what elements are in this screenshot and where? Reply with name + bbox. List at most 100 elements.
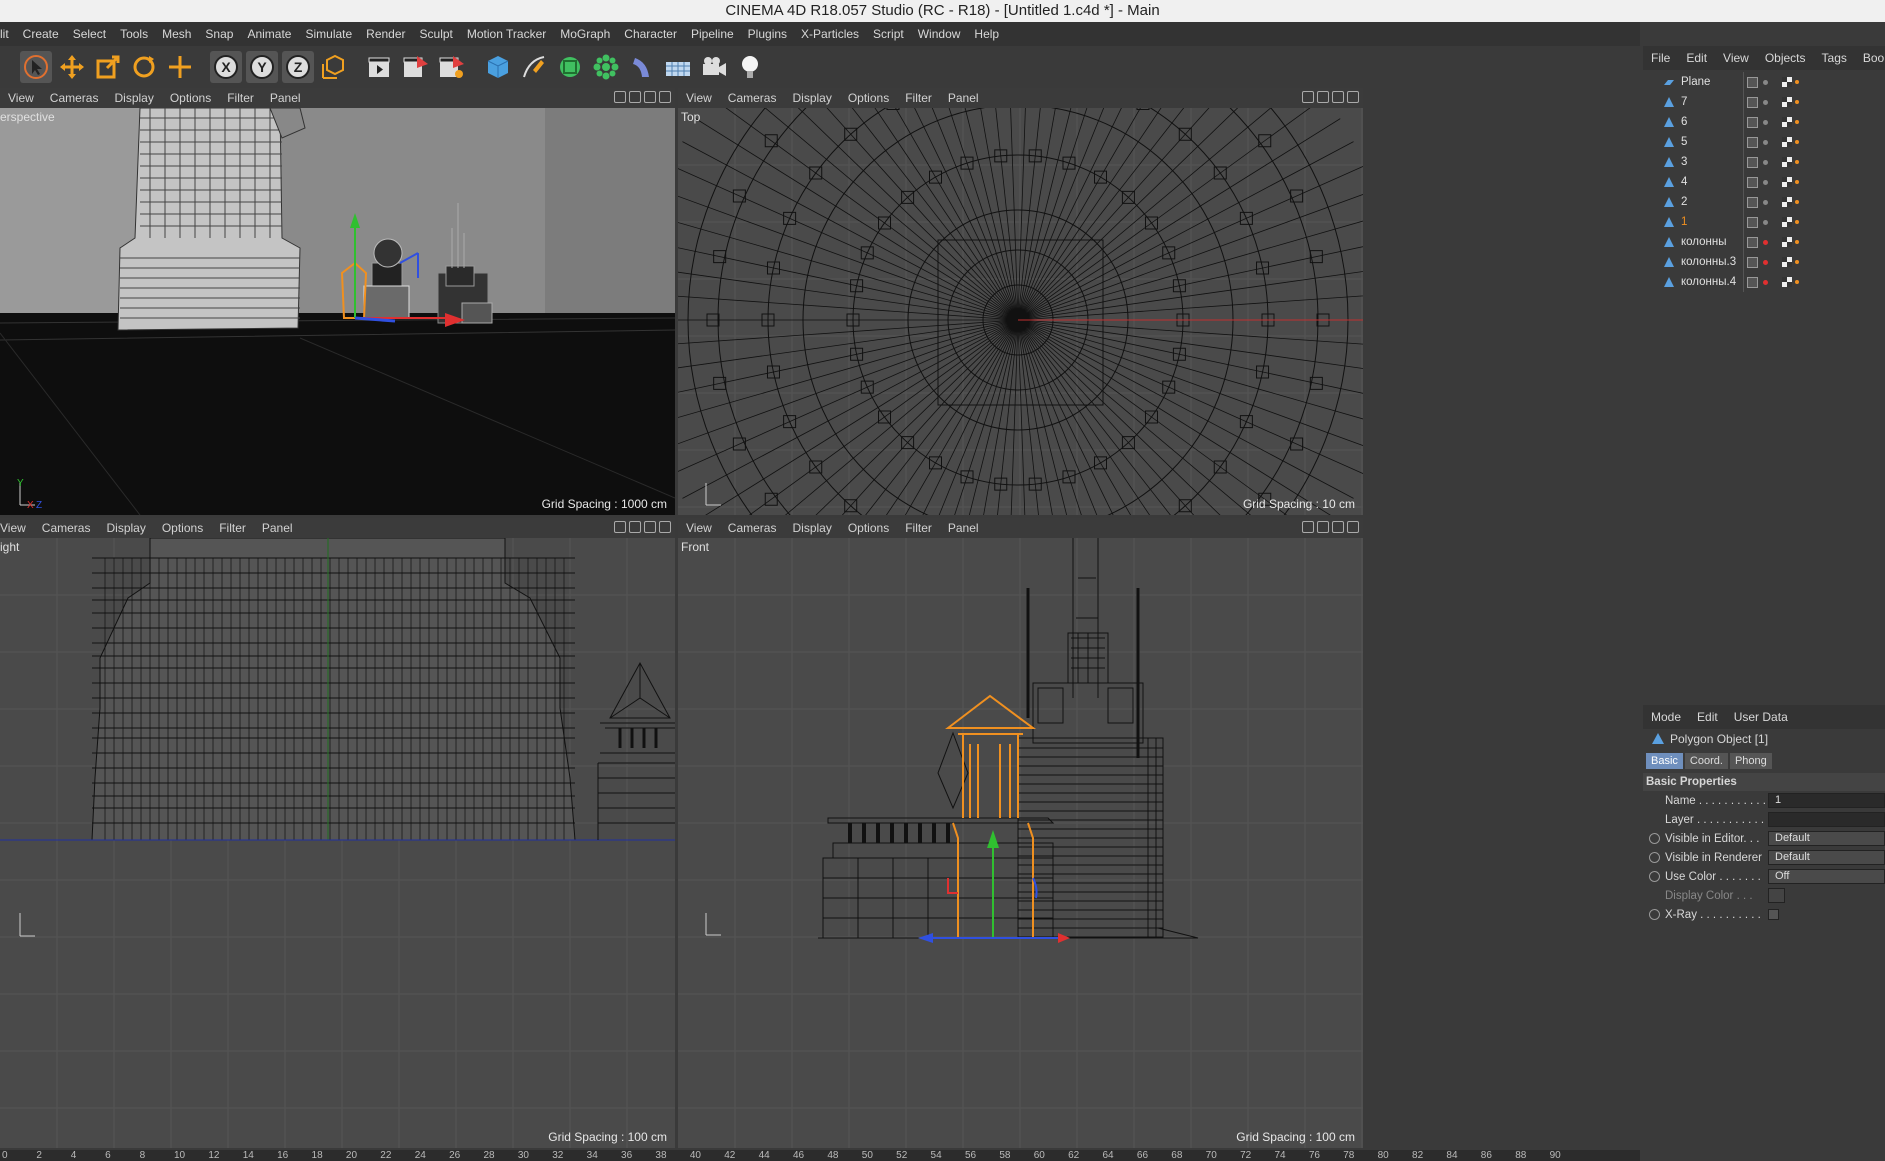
select-tool-button[interactable] — [20, 51, 52, 83]
viewport-menu-display[interactable]: Display — [106, 91, 161, 105]
visibility-dot[interactable] — [1763, 139, 1768, 145]
om-menu-boo[interactable]: Boo — [1855, 51, 1885, 65]
visibility-dot[interactable] — [1763, 179, 1768, 185]
object-row[interactable]: колонны — [1643, 232, 1885, 252]
object-row[interactable]: 1 — [1643, 212, 1885, 232]
object-row[interactable]: 2 — [1643, 192, 1885, 212]
menu-item-select[interactable]: Select — [66, 27, 113, 41]
texture-tag-icon[interactable] — [1781, 256, 1799, 268]
viewport-menu-panel[interactable]: Panel — [940, 91, 987, 105]
viewport-menu-filter[interactable]: Filter — [211, 521, 254, 535]
menu-item-sculpt[interactable]: Sculpt — [413, 27, 460, 41]
move-view-icon[interactable] — [614, 521, 626, 533]
move-view-icon[interactable] — [1302, 91, 1314, 103]
add-subdivision-surface-button[interactable] — [554, 51, 586, 83]
object-name[interactable]: 3 — [1681, 156, 1687, 168]
visibility-dot[interactable] — [1763, 259, 1768, 265]
maximize-view-icon[interactable] — [1347, 91, 1359, 103]
rotate-view-icon[interactable] — [644, 91, 656, 103]
menu-item-animate[interactable]: Animate — [240, 27, 298, 41]
menu-item-script[interactable]: Script — [866, 27, 911, 41]
object-row[interactable]: 4 — [1643, 172, 1885, 192]
texture-tag-icon[interactable] — [1781, 276, 1799, 288]
attr-menu-user-data[interactable]: User Data — [1726, 710, 1796, 724]
layer-toggle[interactable] — [1747, 256, 1758, 268]
layer-toggle[interactable] — [1747, 196, 1758, 208]
object-name[interactable]: 1 — [1681, 216, 1687, 228]
move-view-icon[interactable] — [1302, 521, 1314, 533]
viewport-menu-options[interactable]: Options — [840, 521, 897, 535]
edit-render-settings-button[interactable] — [436, 51, 468, 83]
object-name[interactable]: 5 — [1681, 136, 1687, 148]
viewport-menu-view[interactable]: View — [678, 91, 720, 105]
viewport-menu-cameras[interactable]: Cameras — [720, 521, 785, 535]
z-axis-lock-button[interactable]: Z — [282, 51, 314, 83]
attribute-value-field[interactable]: Off — [1768, 869, 1885, 884]
animate-radio[interactable] — [1649, 909, 1660, 920]
object-name[interactable]: 6 — [1681, 116, 1687, 128]
menu-item-create[interactable]: Create — [16, 27, 66, 41]
animate-radio[interactable] — [1649, 871, 1660, 882]
zoom-view-icon[interactable] — [1317, 521, 1329, 533]
move-tool-button[interactable] — [56, 51, 88, 83]
attribute-value-field[interactable]: Default — [1768, 831, 1885, 846]
om-menu-edit[interactable]: Edit — [1678, 51, 1715, 65]
visibility-dot[interactable] — [1763, 159, 1768, 165]
attribute-value-field[interactable]: 1 — [1768, 793, 1885, 808]
texture-tag-icon[interactable] — [1781, 236, 1799, 248]
layer-toggle[interactable] — [1747, 136, 1758, 148]
rotate-view-icon[interactable] — [1332, 521, 1344, 533]
add-spline-pen-button[interactable] — [518, 51, 550, 83]
add-cloner-button[interactable] — [590, 51, 622, 83]
texture-tag-icon[interactable] — [1781, 116, 1799, 128]
visibility-dot[interactable] — [1763, 199, 1768, 205]
visibility-dot[interactable] — [1763, 279, 1768, 285]
rotate-view-icon[interactable] — [644, 521, 656, 533]
zoom-view-icon[interactable] — [1317, 91, 1329, 103]
menu-item-help[interactable]: Help — [967, 27, 1006, 41]
attribute-value-field[interactable] — [1768, 812, 1885, 827]
layer-toggle[interactable] — [1747, 276, 1758, 288]
menu-item-lit[interactable]: lit — [0, 27, 16, 41]
visibility-dot[interactable] — [1763, 119, 1768, 125]
om-menu-file[interactable]: File — [1643, 51, 1678, 65]
animate-radio[interactable] — [1649, 833, 1660, 844]
tab-basic[interactable]: Basic — [1646, 753, 1683, 769]
viewport-menu-cameras[interactable]: Cameras — [42, 91, 107, 105]
menu-item-simulate[interactable]: Simulate — [298, 27, 359, 41]
menu-item-character[interactable]: Character — [617, 27, 684, 41]
maximize-view-icon[interactable] — [659, 521, 671, 533]
viewport-right[interactable]: View Cameras Display Options Filter Pane… — [0, 518, 675, 1148]
y-axis-lock-button[interactable]: Y — [246, 51, 278, 83]
viewport-menu-filter[interactable]: Filter — [897, 521, 940, 535]
menu-item-window[interactable]: Window — [911, 27, 968, 41]
recent-tool-button[interactable] — [164, 51, 196, 83]
object-name[interactable]: колонны.3 — [1681, 256, 1736, 268]
layer-toggle[interactable] — [1747, 96, 1758, 108]
object-row[interactable]: колонны.3 — [1643, 252, 1885, 272]
attribute-value-field[interactable] — [1768, 909, 1779, 920]
viewport-menu-panel[interactable]: Panel — [940, 521, 987, 535]
object-row[interactable]: 6 — [1643, 112, 1885, 132]
maximize-view-icon[interactable] — [659, 91, 671, 103]
tab-coord[interactable]: Coord. — [1684, 753, 1728, 769]
viewport-menu-view[interactable]: View — [678, 521, 720, 535]
attr-menu-edit[interactable]: Edit — [1689, 710, 1726, 724]
rotate-tool-button[interactable] — [128, 51, 160, 83]
menu-item-x-particles[interactable]: X-Particles — [794, 27, 866, 41]
scale-tool-button[interactable] — [92, 51, 124, 83]
render-view-button[interactable] — [364, 51, 396, 83]
viewport-top[interactable]: View Cameras Display Options Filter Pane… — [678, 88, 1363, 515]
texture-tag-icon[interactable] — [1781, 136, 1799, 148]
layer-toggle[interactable] — [1747, 236, 1758, 248]
om-menu-objects[interactable]: Objects — [1757, 51, 1814, 65]
menu-item-mograph[interactable]: MoGraph — [553, 27, 617, 41]
viewport-menu-options[interactable]: Options — [162, 91, 219, 105]
add-cube-button[interactable] — [482, 51, 514, 83]
om-menu-tags[interactable]: Tags — [1814, 51, 1855, 65]
menu-item-render[interactable]: Render — [359, 27, 412, 41]
attribute-value-field[interactable] — [1768, 888, 1785, 903]
tab-phong[interactable]: Phong — [1729, 753, 1772, 769]
texture-tag-icon[interactable] — [1781, 76, 1799, 88]
object-row[interactable]: 5 — [1643, 132, 1885, 152]
